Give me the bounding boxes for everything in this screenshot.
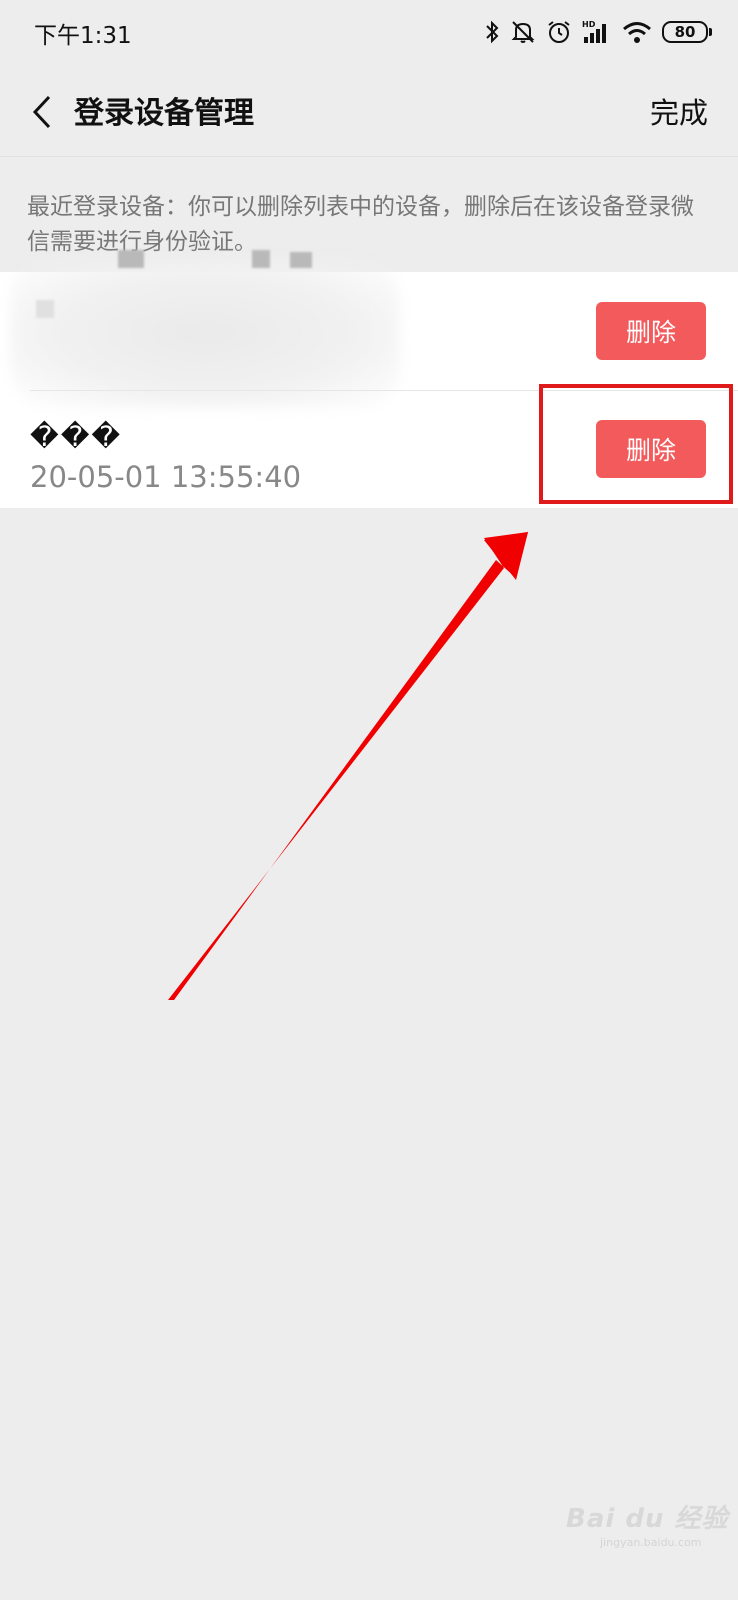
signal-hd-icon: HD [582,19,612,45]
pixelation-block [118,250,144,268]
watermark-url: jingyan.baidu.com [600,1536,702,1549]
pixelation-block [252,250,270,268]
delete-button[interactable]: 删除 [596,420,706,478]
back-button[interactable] [20,90,64,134]
alarm-icon [546,19,572,45]
status-bar: 下午1:31 HD 80 [0,0,738,68]
status-time: 下午1:31 [34,23,132,49]
device-name: ��� [30,420,123,453]
battery-indicator: 80 [662,21,712,43]
done-button[interactable]: 完成 [650,90,708,132]
wifi-icon [622,19,652,45]
watermark-logo: Bai du 经验 [566,1504,729,1534]
list-item: 删除 [0,250,738,408]
page-title: 登录设备管理 [74,96,254,131]
privacy-blur-mask [10,258,400,408]
nav-bar: 登录设备管理 完成 [0,68,738,157]
pixelation-block [290,252,312,268]
mute-icon [510,19,536,45]
device-login-time: 20-05-01 13:55:40 [30,460,302,494]
status-icons: HD 80 [484,14,712,50]
bluetooth-icon [484,19,500,45]
device-list: 删除 ��� 20-05-01 13:55:40 删除 [0,250,738,508]
pixelation-block [36,300,54,318]
svg-text:HD: HD [582,20,596,29]
chevron-left-icon [32,95,51,129]
delete-button[interactable]: 删除 [596,302,706,360]
list-item: ��� 20-05-01 13:55:40 删除 [0,390,738,508]
